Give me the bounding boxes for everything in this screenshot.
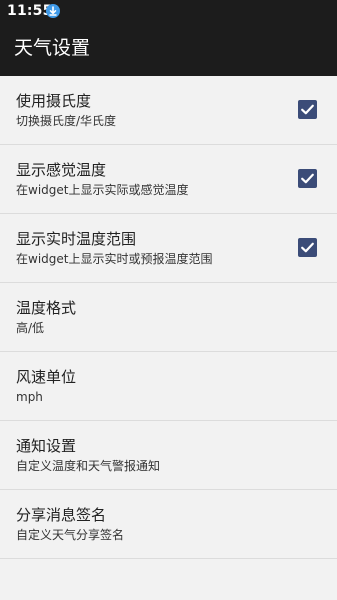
checkbox-checked[interactable] <box>298 169 317 188</box>
download-icon <box>46 4 60 18</box>
pref-title: 温度格式 <box>16 299 77 317</box>
checkbox-checked[interactable] <box>298 100 317 119</box>
pref-share-signature[interactable]: 分享消息签名 自定义天气分享签名 <box>0 490 337 559</box>
page-title: 天气设置 <box>14 37 91 59</box>
pref-title: 通知设置 <box>16 437 77 455</box>
status-bar: 11:55 <box>0 0 337 22</box>
preference-list: 使用摄氏度 切换摄氏度/华氏度 显示感觉温度 在widget上显示实际或感觉温度… <box>0 76 337 559</box>
pref-temperature-format[interactable]: 温度格式 高/低 <box>0 283 337 352</box>
pref-wind-speed-unit[interactable]: 风速单位 mph <box>0 352 337 421</box>
pref-summary: 高/低 <box>16 321 45 335</box>
pref-use-celsius[interactable]: 使用摄氏度 切换摄氏度/华氏度 <box>0 76 337 145</box>
pref-title: 风速单位 <box>16 368 77 386</box>
pref-title: 显示感觉温度 <box>16 161 107 179</box>
pref-summary: 自定义天气分享签名 <box>16 528 125 542</box>
pref-show-realtime-range[interactable]: 显示实时温度范围 在widget上显示实时或预报温度范围 <box>0 214 337 283</box>
pref-summary: 在widget上显示实际或感觉温度 <box>16 183 189 197</box>
pref-summary: 自定义温度和天气警报通知 <box>16 459 161 473</box>
pref-title: 分享消息签名 <box>16 506 107 524</box>
checkbox-checked[interactable] <box>298 238 317 257</box>
pref-summary: mph <box>16 390 43 404</box>
pref-summary: 切换摄氏度/华氏度 <box>16 114 117 128</box>
pref-notification-settings[interactable]: 通知设置 自定义温度和天气警报通知 <box>0 421 337 490</box>
pref-summary: 在widget上显示实时或预报温度范围 <box>16 252 213 266</box>
app-bar: 天气设置 <box>0 22 337 76</box>
pref-title: 显示实时温度范围 <box>16 230 137 248</box>
pref-title: 使用摄氏度 <box>16 92 92 110</box>
pref-show-feels-like[interactable]: 显示感觉温度 在widget上显示实际或感觉温度 <box>0 145 337 214</box>
